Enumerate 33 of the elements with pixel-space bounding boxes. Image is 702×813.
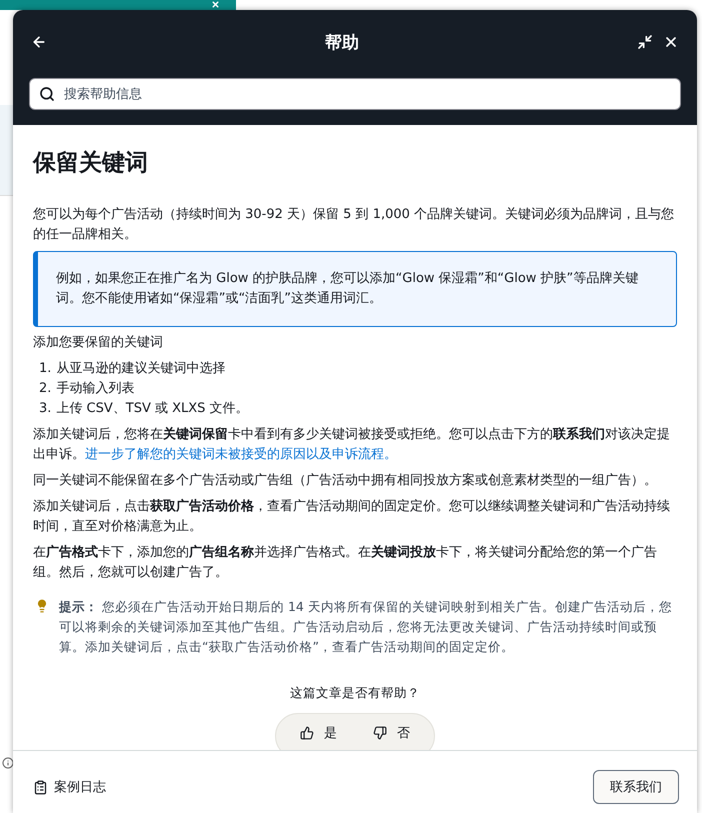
lightbulb-icon	[35, 599, 49, 613]
list-number: 2.	[39, 380, 52, 398]
paragraph: 您可以为每个广告活动（持续时间为 30-92 天）保留 5 到 1,000 个品牌关键词。关键词必须为品牌词，且与您的任一品牌相关。	[33, 206, 676, 244]
feedback-question: 这篇文章是否有帮助？	[290, 684, 420, 702]
search-field[interactable]: 搜索帮助信息	[29, 78, 681, 110]
example-callout: 例如，如果您正在推广名为 Glow 的护肤品牌，您可以添加“Glow 保湿霜”和“Glow 护肤”等品牌关键词。您不能使用诸如“保湿霜”或“洁面乳”这类通用词汇。	[33, 251, 677, 327]
list-item: 上传 CSV、TSV 或 XLXS 文件。	[56, 400, 249, 418]
list-number: 3.	[39, 400, 52, 418]
clipboard-icon	[33, 780, 48, 794]
paragraph: 添加关键词后，点击获取广告活动价格，查看广告活动期间的固定定价。您可以继续调整关键词和广告活动持续时间，直至对价格满意为止。	[33, 498, 671, 536]
paragraph: 添加关键词后，您将在关键词保留卡中看到有多少关键词被接受或拒绝。您可以点击下方的联系我们对该决定提出申诉。进一步了解您的关键词未被接受的原因以及申诉流程。	[33, 426, 671, 464]
paragraph: 同一关键词不能保留在多个广告活动或广告组（广告活动中拥有相同投放方案或创意素材类型的一组广告）。	[33, 472, 658, 490]
list-number: 1.	[39, 360, 52, 378]
list-item: 从亚马逊的建议关键词中选择	[56, 360, 226, 378]
article-heading: 保留关键词	[33, 149, 149, 178]
tip-text: 提示： 您必须在广告活动开始日期后的 14 天内将所有保留的关键词映射到相关广告。创建广告活动后，您可以将剩余的关键词添加至其他广告组。广告活动启动后，您将无法更改关键词、广告活动持续时间或预算。添加关键词后，点击“获取广告活动价格”，查看广告活动期间的固定定价。	[59, 598, 673, 656]
collapse-button[interactable]	[635, 32, 655, 52]
list-item: 手动输入列表	[56, 380, 134, 398]
yes-button[interactable]: 是	[300, 724, 337, 742]
case-log-link[interactable]: 案例日志	[33, 778, 106, 796]
search-icon	[39, 86, 55, 102]
no-button[interactable]: 否	[373, 724, 410, 742]
close-icon	[663, 34, 679, 50]
thumbs-up-icon	[300, 726, 314, 740]
info-icon	[2, 757, 14, 769]
appeal-link[interactable]: 进一步了解您的关键词未被接受的原因以及申诉流程。	[85, 447, 397, 462]
panel-title: 帮助	[325, 32, 359, 54]
close-icon[interactable]	[211, 0, 220, 9]
thumbs-down-icon	[373, 726, 387, 740]
collapse-icon	[637, 34, 653, 50]
contact-button[interactable]: 联系我们	[593, 770, 679, 804]
paragraph: 添加您要保留的关键词	[33, 334, 164, 352]
paragraph: 在广告格式卡下，添加您的广告组名称并选择广告格式。在关键词投放卡下，将关键词分配给您的第一个广告组。然后，您就可以创建广告了。	[33, 544, 658, 582]
